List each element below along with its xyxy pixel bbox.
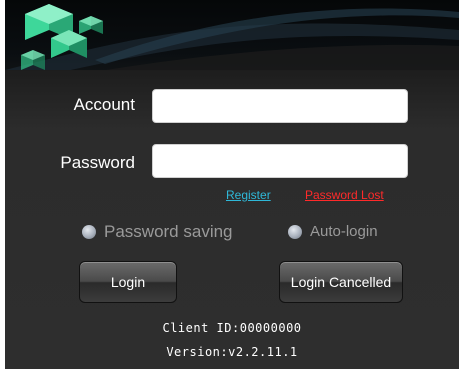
account-label: Account: [73, 95, 135, 114]
login-button[interactable]: Login: [79, 261, 177, 303]
client-id-text: Client ID:00000000: [162, 321, 302, 335]
auto-login-label: Auto-login: [310, 223, 378, 240]
account-input[interactable]: [152, 89, 408, 123]
auto-login-radio[interactable]: [288, 224, 302, 239]
login-window: Account Password Register Password Lost …: [5, 0, 459, 369]
auto-login-option[interactable]: Auto-login: [288, 223, 378, 240]
password-saving-radio[interactable]: [82, 225, 96, 239]
version-text: Version:v2.2.11.1: [166, 345, 298, 359]
login-cancelled-button[interactable]: Login Cancelled: [279, 261, 403, 303]
password-lost-link[interactable]: Password Lost: [305, 188, 384, 202]
register-link[interactable]: Register: [226, 188, 271, 202]
password-label: Password: [60, 153, 135, 172]
password-saving-option[interactable]: Password saving: [82, 222, 233, 242]
password-input[interactable]: [152, 144, 408, 178]
password-saving-label: Password saving: [104, 222, 233, 241]
